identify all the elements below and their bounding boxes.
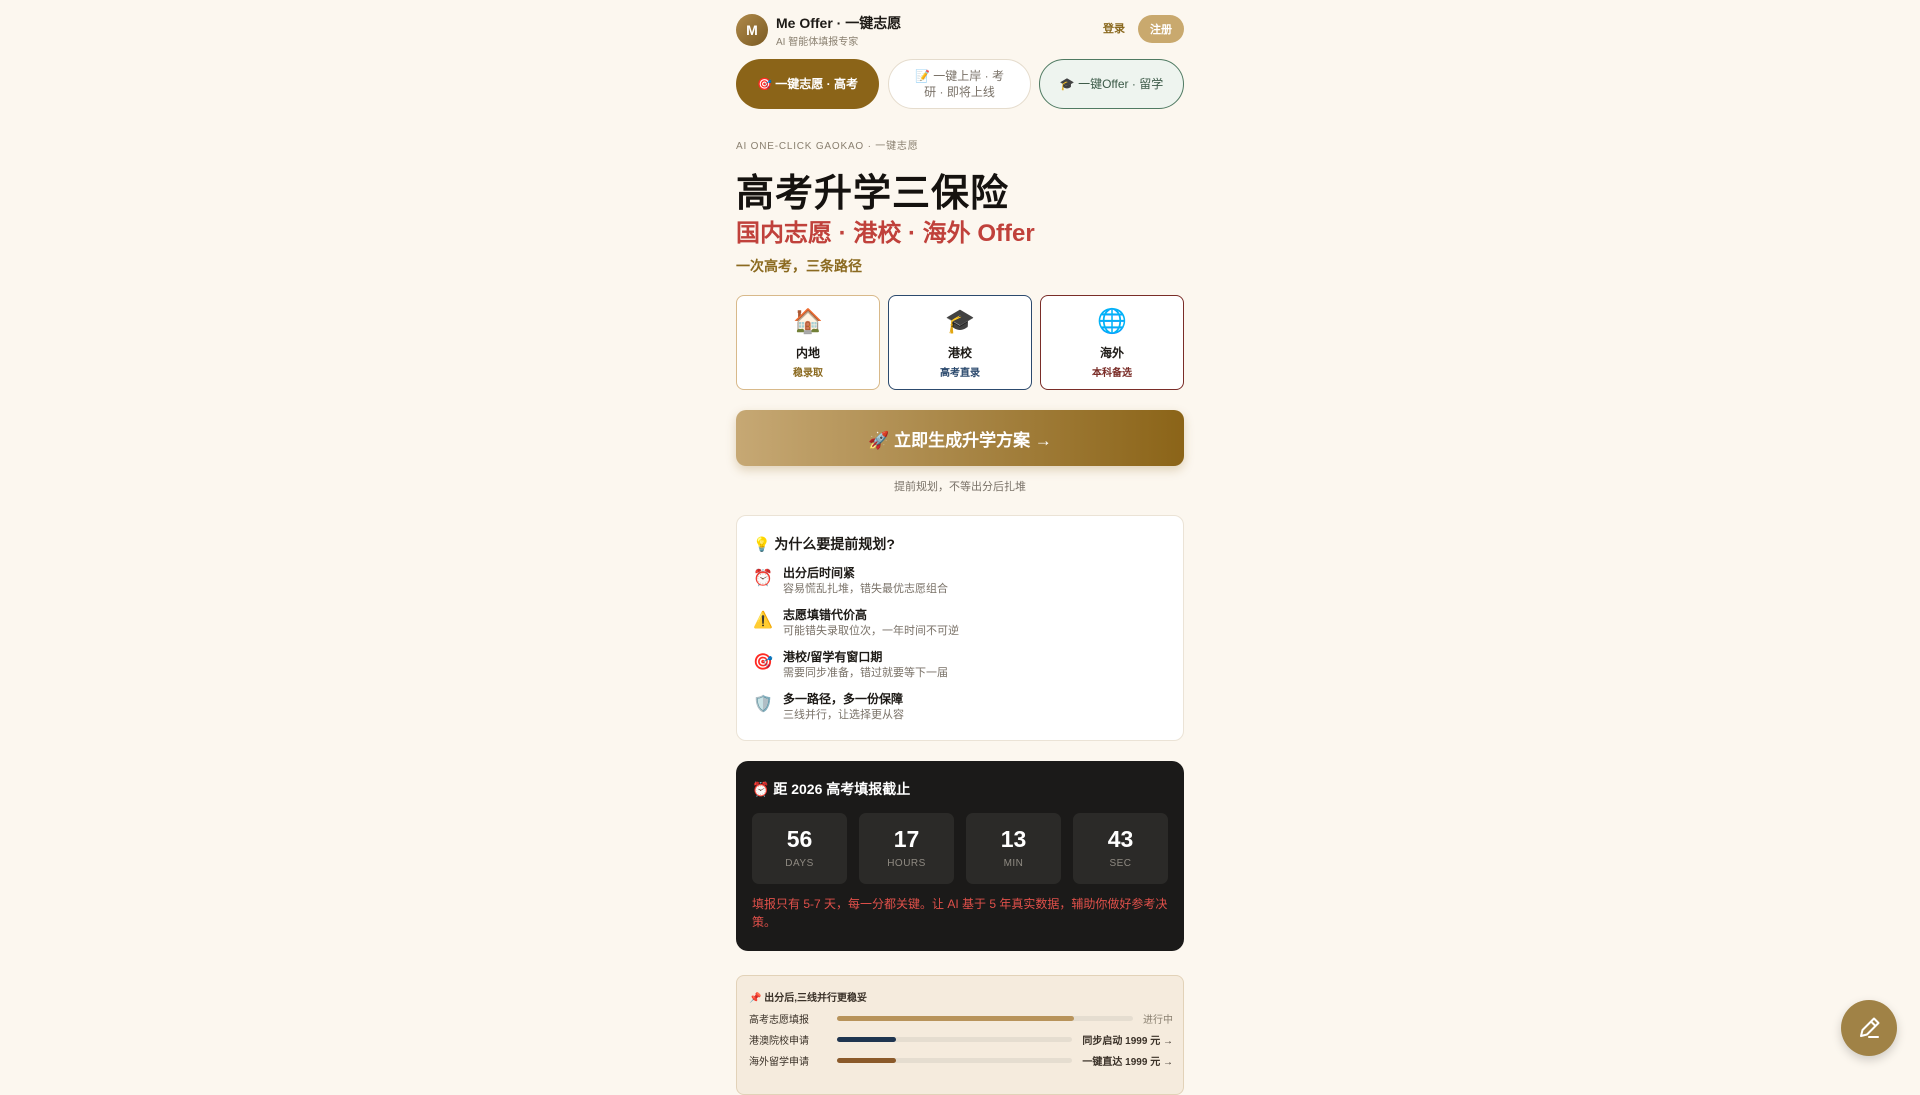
brand-title[interactable]: Me Offer · 一键志愿 (776, 13, 901, 33)
pen-icon (1860, 1017, 1880, 1038)
floating-edit-button[interactable] (1841, 1000, 1897, 1056)
why-plan-panel: 💡 为什么要提前规划? ⏰ 出分后时间紧 容易慌乱扎堆，错失最优志愿组合 ⚠️ … (736, 515, 1184, 741)
progress-label: 港澳院校申请 (749, 1036, 809, 1047)
why-item-title: 港校/留学有窗口期 (783, 650, 883, 664)
why-item: 🎯 港校/留学有窗口期 需要同步准备，错过就要等下一届 (753, 648, 1173, 682)
progress-row[interactable]: 港澳院校申请 同步启动 1999 元 → (749, 1032, 1173, 1047)
warning-icon: ⚠️ (753, 612, 773, 629)
tab-kaoyan-label: 📝 一键上岸 · 考研 · 即将上线 (915, 69, 1004, 99)
generate-plan-button[interactable]: 🚀 立即生成升学方案 → (736, 410, 1184, 466)
why-item: ⚠️ 志愿填错代价高 可能错失录取位次，一年时间不可逆 (753, 606, 1173, 640)
header: M Me Offer · 一键志愿 AI 智能体填报专家 登录 注册 (736, 12, 1184, 48)
why-item-desc: 容易慌乱扎堆，错失最优志愿组合 (783, 583, 948, 595)
why-item-title: 出分后时间紧 (783, 566, 856, 580)
path-card-title: 内地 (795, 346, 820, 360)
progress-status-link[interactable]: 一键直达 1999 元 → (1082, 1053, 1173, 1068)
path-card-sub: 稳录取 (793, 368, 823, 379)
path-card-overseas[interactable]: 🌐 海外 本科备选 (1040, 295, 1184, 390)
path-card-hk[interactable]: 🎓 港校 高考直录 (888, 295, 1032, 390)
countdown-note: 填报只有 5-7 天，每一分都关键。让 AI 基于 5 年真实数据，辅助你做好参… (752, 897, 1168, 929)
tab-gaokao[interactable]: 🎯 一键志愿 · 高考 (736, 59, 879, 109)
product-tabs: 🎯 一键志愿 · 高考 📝 一键上岸 · 考研 · 即将上线 🎓 一键Offer… (736, 59, 1184, 109)
progress-track (837, 1058, 1072, 1063)
countdown-label: HOURS (887, 858, 926, 869)
path-cards: 🏠 内地 稳录取 🎓 港校 高考直录 🌐 海外 本科备选 (736, 295, 1184, 390)
countdown-panel: ⏰ 距 2026 高考填报截止 56 DAYS 17 HOURS 13 MIN … (736, 761, 1184, 951)
parallel-progress-panel: 📌 出分后,三线并行更稳妥 高考志愿填报 进行中 港澳院校申请 同步启动 199… (736, 975, 1184, 1095)
globe-icon: 🌐 (1097, 308, 1127, 335)
path-card-mainland[interactable]: 🏠 内地 稳录取 (736, 295, 880, 390)
brand-avatar: M (736, 14, 768, 46)
countdown-label: MIN (1003, 858, 1024, 869)
why-item-desc: 可能错失录取位次，一年时间不可逆 (783, 625, 959, 637)
brand-subtitle: AI 智能体填报专家 (776, 37, 859, 48)
why-item-desc: 需要同步准备，错过就要等下一届 (783, 667, 948, 679)
countdown-seconds: 43 SEC (1073, 813, 1168, 884)
hero-subtitle: 国内志愿 · 港校 · 海外 Offer (736, 220, 1035, 247)
countdown-value: 13 (1000, 826, 1027, 852)
why-item-desc: 三线并行，让选择更从容 (783, 709, 904, 721)
progress-status-link[interactable]: 同步启动 1999 元 → (1082, 1032, 1173, 1047)
countdown-label: DAYS (785, 858, 814, 869)
hero-tagline: 一次高考，三条路径 (736, 258, 862, 274)
alarm-clock-icon: ⏰ (753, 570, 773, 587)
progress-row[interactable]: 海外留学申请 一键直达 1999 元 → (749, 1053, 1173, 1068)
progress-fill (837, 1016, 1074, 1021)
cta-note: 提前规划，不等出分后扎堆 (894, 481, 1026, 493)
house-icon: 🏠 (793, 308, 823, 335)
why-item-title: 志愿填错代价高 (783, 608, 868, 622)
path-card-sub: 本科备选 (1092, 368, 1132, 379)
path-card-sub: 高考直录 (940, 368, 980, 379)
why-item: 🛡️ 多一路径，多一份保障 三线并行，让选择更从容 (753, 690, 1173, 724)
path-card-title: 海外 (1099, 346, 1124, 360)
progress-fill (837, 1058, 896, 1063)
countdown-value: 17 (893, 826, 920, 852)
progress-label: 高考志愿填报 (749, 1015, 809, 1026)
hero-title: 高考升学三保险 (736, 173, 1010, 215)
tab-study-abroad[interactable]: 🎓 一键Offer · 留学 (1039, 59, 1184, 109)
countdown-minutes: 13 MIN (966, 813, 1061, 884)
countdown-label: SEC (1109, 858, 1132, 869)
path-card-title: 港校 (947, 346, 972, 360)
countdown-hours: 17 HOURS (859, 813, 954, 884)
progress-title: 📌 出分后,三线并行更稳妥 (749, 993, 868, 1004)
countdown-value: 43 (1107, 826, 1134, 852)
progress-status: 进行中 (1143, 1015, 1173, 1026)
countdown-value: 56 (786, 826, 813, 852)
progress-track (837, 1016, 1133, 1021)
why-item: ⏰ 出分后时间紧 容易慌乱扎堆，错失最优志愿组合 (753, 564, 1173, 598)
why-plan-title: 💡 为什么要提前规划? (753, 536, 895, 552)
progress-label: 海外留学申请 (749, 1057, 809, 1068)
why-item-title: 多一路径，多一份保障 (783, 692, 904, 706)
countdown-title: ⏰ 距 2026 高考填报截止 (752, 781, 911, 797)
hero-eyebrow: AI ONE-CLICK GAOKAO · 一键志愿 (736, 141, 919, 152)
progress-fill (837, 1037, 896, 1042)
graduation-cap-icon: 🎓 (945, 308, 975, 335)
target-icon: 🎯 (753, 654, 773, 671)
signup-button[interactable]: 注册 (1138, 15, 1184, 43)
progress-row: 高考志愿填报 进行中 (749, 1011, 1173, 1026)
shield-icon: 🛡️ (753, 696, 773, 713)
countdown-days: 56 DAYS (752, 813, 847, 884)
tab-kaoyan[interactable]: 📝 一键上岸 · 考研 · 即将上线 (888, 59, 1031, 109)
progress-track (837, 1037, 1072, 1042)
login-link[interactable]: 登录 (1103, 20, 1125, 36)
